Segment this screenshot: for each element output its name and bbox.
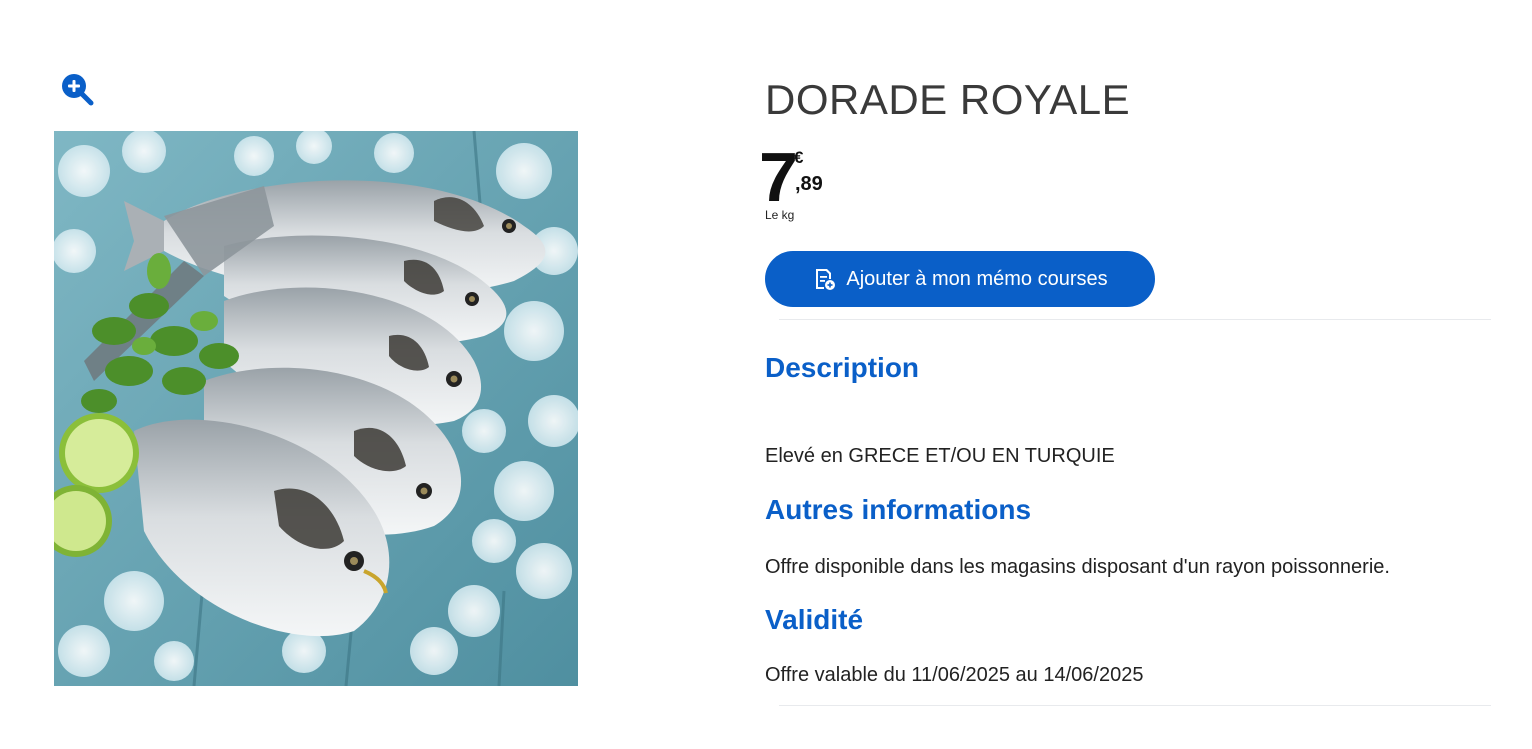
price-currency: € xyxy=(794,148,804,167)
add-to-memo-label: Ajouter à mon mémo courses xyxy=(846,267,1108,290)
product-image[interactable] xyxy=(54,131,578,686)
divider xyxy=(779,319,1491,320)
price-integer: 7 xyxy=(759,138,798,216)
autres-informations-text: Offre disponible dans les magasins dispo… xyxy=(765,556,1390,578)
validite-text: Offre valable du 11/06/2025 au 14/06/202… xyxy=(765,664,1144,686)
price: 7 € ,89 xyxy=(759,142,879,212)
description-text: Elevé en GRECE ET/OU EN TURQUIE xyxy=(765,445,1115,467)
zoom-in-icon[interactable] xyxy=(58,70,98,110)
description-heading: Description xyxy=(765,352,920,383)
add-to-memo-button[interactable]: Ajouter à mon mémo courses xyxy=(765,251,1155,307)
price-decimal: ,89 xyxy=(795,173,823,195)
validite-heading: Validité xyxy=(765,604,864,635)
list-add-icon xyxy=(812,267,836,291)
divider xyxy=(779,705,1491,706)
price-unit: Le kg xyxy=(765,208,795,222)
autres-informations-heading: Autres informations xyxy=(765,494,1032,525)
product-title: DORADE ROYALE xyxy=(765,76,1131,123)
